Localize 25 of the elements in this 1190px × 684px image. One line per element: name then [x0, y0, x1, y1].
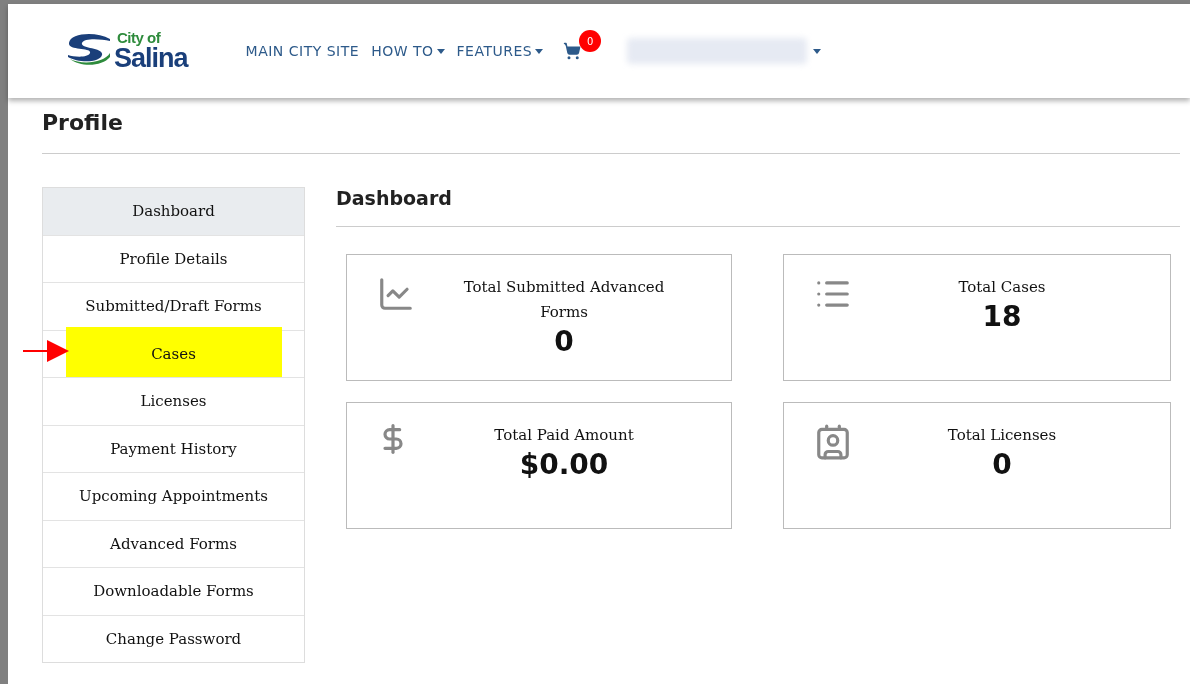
- nav-link[interactable]: FEATURES: [456, 43, 544, 59]
- arrow-annotation-icon: [23, 339, 69, 362]
- stat-label: Total Cases: [958, 277, 1046, 298]
- stat-label: Total Paid Amount: [494, 425, 634, 446]
- line-chart-icon: [377, 275, 415, 313]
- page-title: Profile: [42, 110, 1180, 154]
- caret-icon[interactable]: [813, 48, 822, 54]
- caret-icon: [535, 48, 544, 54]
- logo-text: Salina: [114, 45, 188, 72]
- sidebar-item[interactable]: Dashboard: [43, 188, 304, 235]
- caret-icon: [436, 48, 445, 54]
- logo-text: City of: [117, 30, 162, 45]
- stat-value: $0.00: [519, 448, 609, 481]
- stat-value: 0: [992, 448, 1012, 481]
- sidebar-item[interactable]: Cases: [43, 329, 304, 377]
- stat-label: Total Licenses: [947, 425, 1057, 446]
- id-badge-icon: [814, 423, 852, 461]
- nav-link[interactable]: MAIN CITY SITE: [245, 43, 360, 59]
- stat-value: 18: [982, 300, 1022, 333]
- section-title: Dashboard: [336, 187, 1180, 227]
- cart-icon[interactable]: [563, 42, 582, 60]
- nav-link[interactable]: HOW TO: [371, 43, 445, 59]
- stat-label: Total Submitted Advanced Forms: [462, 277, 666, 323]
- cart-count-badge: 0: [579, 30, 602, 52]
- stat-value: 0: [554, 325, 574, 358]
